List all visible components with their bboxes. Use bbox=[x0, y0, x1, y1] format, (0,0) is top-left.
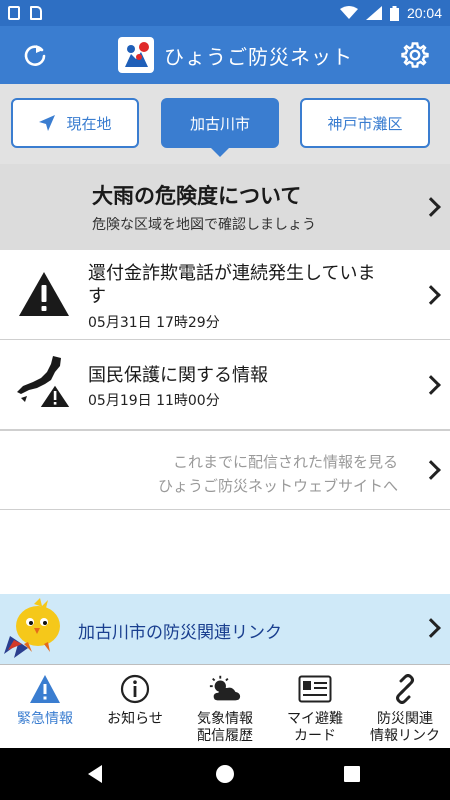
nav-notices[interactable]: お知らせ bbox=[90, 665, 180, 748]
warning-triangle-icon bbox=[14, 266, 74, 322]
chevron-right-icon bbox=[421, 285, 441, 305]
japan-map-warning-icon bbox=[14, 354, 74, 410]
chevron-right-icon bbox=[421, 375, 441, 395]
chevron-right-icon bbox=[421, 197, 441, 217]
notice-time: 05月31日 17時29分 bbox=[88, 315, 220, 331]
selected-tab-pointer bbox=[211, 148, 229, 157]
notice-row[interactable]: 国民保護に関する情報 05月19日 11時00分 bbox=[0, 340, 450, 430]
other-city-tab[interactable]: 神戸市灘区 bbox=[300, 98, 430, 148]
gear-icon bbox=[401, 42, 429, 68]
location-arrow-icon bbox=[39, 115, 56, 131]
notice-title: 国民保護に関する情報 bbox=[88, 365, 268, 386]
recent-apps-icon[interactable] bbox=[344, 766, 360, 782]
wifi-icon bbox=[339, 6, 358, 19]
refresh-button[interactable] bbox=[18, 38, 52, 72]
system-navigation-bar bbox=[0, 748, 450, 800]
current-location-label: 現在地 bbox=[66, 114, 112, 133]
alert-triangle-icon bbox=[28, 673, 62, 705]
past-notices-link[interactable]: これまでに配信された情報を見る ひょうご防災ネットウェブサイトへ bbox=[0, 430, 450, 510]
sim-icon bbox=[8, 6, 20, 20]
disaster-links-label: 加古川市の防災関連リンク bbox=[78, 623, 282, 643]
nav-label: 緊急情報 bbox=[17, 711, 73, 727]
app-title-group: ひょうご防災ネット bbox=[118, 36, 353, 74]
rain-risk-subtitle: 危険な区域を地図で確認しましょう bbox=[92, 217, 316, 233]
rain-risk-title: 大雨の危険度について bbox=[92, 184, 302, 208]
nav-emergency[interactable]: 緊急情報 bbox=[0, 665, 90, 748]
nav-label: お知らせ bbox=[107, 711, 163, 727]
sd-card-icon bbox=[30, 6, 42, 20]
nav-label: マイ避難 カード bbox=[287, 711, 343, 744]
nav-label: 防災関連 情報リンク bbox=[370, 711, 440, 744]
rain-risk-banner[interactable]: 大雨の危険度について 危険な区域を地図で確認しましょう bbox=[0, 164, 450, 250]
card-icon bbox=[298, 673, 332, 705]
app-logo bbox=[118, 37, 154, 73]
notice-time: 05月19日 11時00分 bbox=[88, 393, 220, 409]
selected-city-label: 加古川市 bbox=[189, 114, 250, 133]
nav-weather[interactable]: 気象情報 配信履歴 bbox=[180, 665, 270, 748]
chevron-right-icon bbox=[421, 460, 441, 480]
battery-icon bbox=[389, 5, 399, 21]
notice-title: 還付金詐欺電話が連続発生しています bbox=[88, 263, 376, 307]
notice-row[interactable]: 還付金詐欺電話が連続発生しています 05月31日 17時29分 bbox=[0, 250, 450, 340]
bottom-navigation: 緊急情報 お知らせ 気象情報 配信履歴 マイ避難 カード 防災関連 情報リンク bbox=[0, 664, 450, 748]
nav-label: 気象情報 配信履歴 bbox=[197, 711, 253, 744]
current-location-button[interactable]: 現在地 bbox=[11, 98, 139, 148]
home-icon[interactable] bbox=[216, 765, 234, 783]
nav-disaster-links[interactable]: 防災関連 情報リンク bbox=[360, 665, 450, 748]
refresh-icon bbox=[24, 45, 46, 66]
status-bar: 20:04 bbox=[0, 0, 450, 26]
back-icon[interactable] bbox=[88, 765, 102, 783]
selected-city-tab[interactable]: 加古川市 bbox=[161, 98, 279, 148]
link-icon bbox=[388, 673, 422, 705]
bird-mascot-icon bbox=[4, 598, 60, 658]
disaster-links-banner[interactable]: 加古川市の防災関連リンク bbox=[0, 594, 450, 664]
chevron-right-icon bbox=[421, 618, 441, 638]
other-city-label: 神戸市灘区 bbox=[327, 114, 403, 133]
info-circle-icon bbox=[118, 673, 152, 705]
signal-icon bbox=[365, 6, 382, 20]
weather-icon bbox=[208, 673, 242, 705]
past-notices-label: これまでに配信された情報を見る bbox=[172, 453, 398, 471]
status-time: 20:04 bbox=[406, 5, 442, 21]
nav-evacuation-card[interactable]: マイ避難 カード bbox=[270, 665, 360, 748]
website-link-label: ひょうご防災ネットウェブサイトへ bbox=[157, 477, 398, 495]
app-title: ひょうご防災ネット bbox=[164, 44, 353, 69]
app-bar: ひょうご防災ネット bbox=[0, 26, 450, 84]
settings-button[interactable] bbox=[398, 38, 432, 72]
